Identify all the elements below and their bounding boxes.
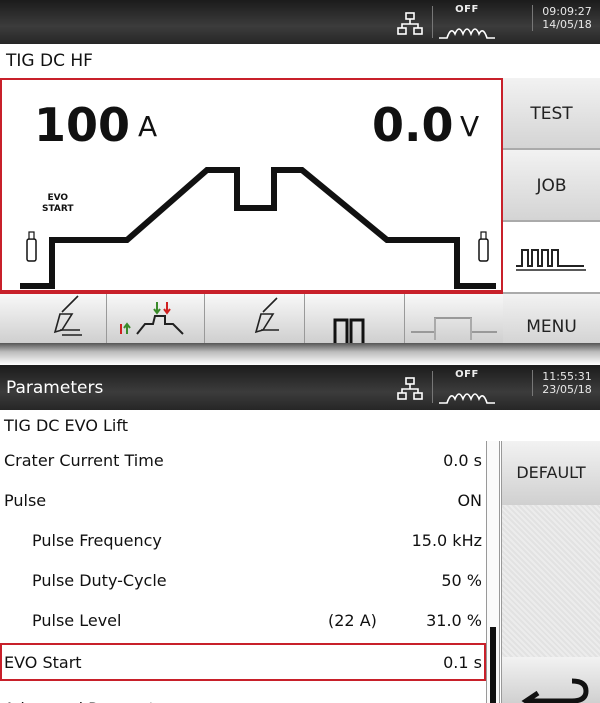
param-row-pulse[interactable]: Pulse ON xyxy=(0,481,486,521)
param-value: 50 % xyxy=(441,571,482,590)
arc-off-indicator: OFF xyxy=(437,4,497,40)
off-label: OFF xyxy=(455,4,479,15)
page-title: Parameters xyxy=(6,378,104,398)
clock: 11:55:31 23/05/18 xyxy=(532,370,600,396)
torch-mode-button[interactable] xyxy=(0,294,107,343)
square-wave-icon xyxy=(411,317,497,340)
param-row-crater-time[interactable]: Crater Current Time 0.0 s xyxy=(0,441,486,481)
torch-icon xyxy=(53,295,82,336)
parameters-title-bar: Parameters OFF 11:55:31 23/05/18 xyxy=(0,365,600,410)
cycle-arrows-icon xyxy=(120,302,184,335)
param-value: 0.1 s xyxy=(443,653,482,672)
test-button[interactable]: TEST xyxy=(503,78,600,150)
function-bar xyxy=(0,292,503,343)
scrollbar[interactable] xyxy=(486,441,500,703)
process-mode: TIG DC EVO Lift xyxy=(0,410,600,442)
torch-icon xyxy=(254,297,279,334)
network-icon xyxy=(397,377,423,400)
parameters-panel: Parameters OFF 11:55:31 23/05/18 TIG DC … xyxy=(0,365,600,703)
arc-off-indicator: OFF xyxy=(437,369,497,405)
clock-date: 14/05/18 xyxy=(542,18,592,31)
torch-trigger-button[interactable] xyxy=(205,294,305,343)
pulse-wave-icon xyxy=(333,318,365,343)
clock-date: 23/05/18 xyxy=(542,383,592,396)
clock-time: 09:09:27 xyxy=(542,5,592,18)
cycle-mode-button[interactable] xyxy=(107,294,205,343)
pulse-wave-icon xyxy=(515,249,586,271)
empty-side-area xyxy=(501,505,600,657)
off-label: OFF xyxy=(455,369,479,380)
param-value: ON xyxy=(457,491,482,510)
return-arrow-icon xyxy=(521,678,589,703)
arc-off-icon xyxy=(439,393,495,404)
param-label: Crater Current Time xyxy=(4,451,164,470)
param-label: Advanced Parameters xyxy=(4,689,180,703)
param-value: 0.0 s xyxy=(443,451,482,470)
param-row-pulse-duty-cycle[interactable]: Pulse Duty-Cycle 50 % xyxy=(0,561,486,601)
scrollbar-thumb[interactable] xyxy=(490,627,496,703)
arc-off-icon xyxy=(439,28,495,39)
param-label: Pulse Duty-Cycle xyxy=(32,571,167,590)
param-label: Pulse Frequency xyxy=(32,531,162,550)
clock-time: 11:55:31 xyxy=(542,370,592,383)
param-label: Pulse Level xyxy=(32,611,122,630)
main-screen-panel: OFF 09:09:27 14/05/18 TIG DC HF 100 A 0.… xyxy=(0,0,600,343)
param-row-evo-start[interactable]: EVO Start 0.1 s xyxy=(0,643,486,681)
network-icon xyxy=(397,12,423,35)
default-button[interactable]: DEFAULT xyxy=(501,441,600,505)
weld-cycle-curve xyxy=(20,167,496,289)
gas-bottle-icon xyxy=(478,231,489,262)
param-row-advanced[interactable]: Advanced Parameters xyxy=(0,683,486,703)
clock: 09:09:27 14/05/18 xyxy=(532,5,600,31)
param-label: EVO Start xyxy=(4,653,82,672)
menu-button[interactable]: MENU xyxy=(503,294,600,343)
param-value: 15.0 kHz xyxy=(411,531,482,550)
pulse-mode-button[interactable] xyxy=(503,222,600,294)
weld-cycle-graph xyxy=(20,167,496,289)
param-row-pulse-frequency[interactable]: Pulse Frequency 15.0 kHz xyxy=(0,521,486,561)
process-mode: TIG DC HF xyxy=(0,44,600,78)
status-bar: OFF 09:09:27 14/05/18 xyxy=(0,0,600,44)
param-extra: (22 A) xyxy=(328,611,377,630)
param-label: Pulse xyxy=(4,491,47,510)
param-value: 31.0 % xyxy=(426,611,482,630)
square-wave-button[interactable] xyxy=(405,294,503,343)
pulse-button[interactable] xyxy=(305,294,405,343)
back-button[interactable] xyxy=(501,657,600,703)
job-button[interactable]: JOB xyxy=(503,150,600,222)
welding-display: 100 A 0.0 V EVO START xyxy=(0,78,503,292)
gas-bottle-icon xyxy=(26,231,37,262)
param-row-pulse-level[interactable]: Pulse Level (22 A) 31.0 % xyxy=(0,601,486,641)
panel-divider xyxy=(0,343,600,365)
